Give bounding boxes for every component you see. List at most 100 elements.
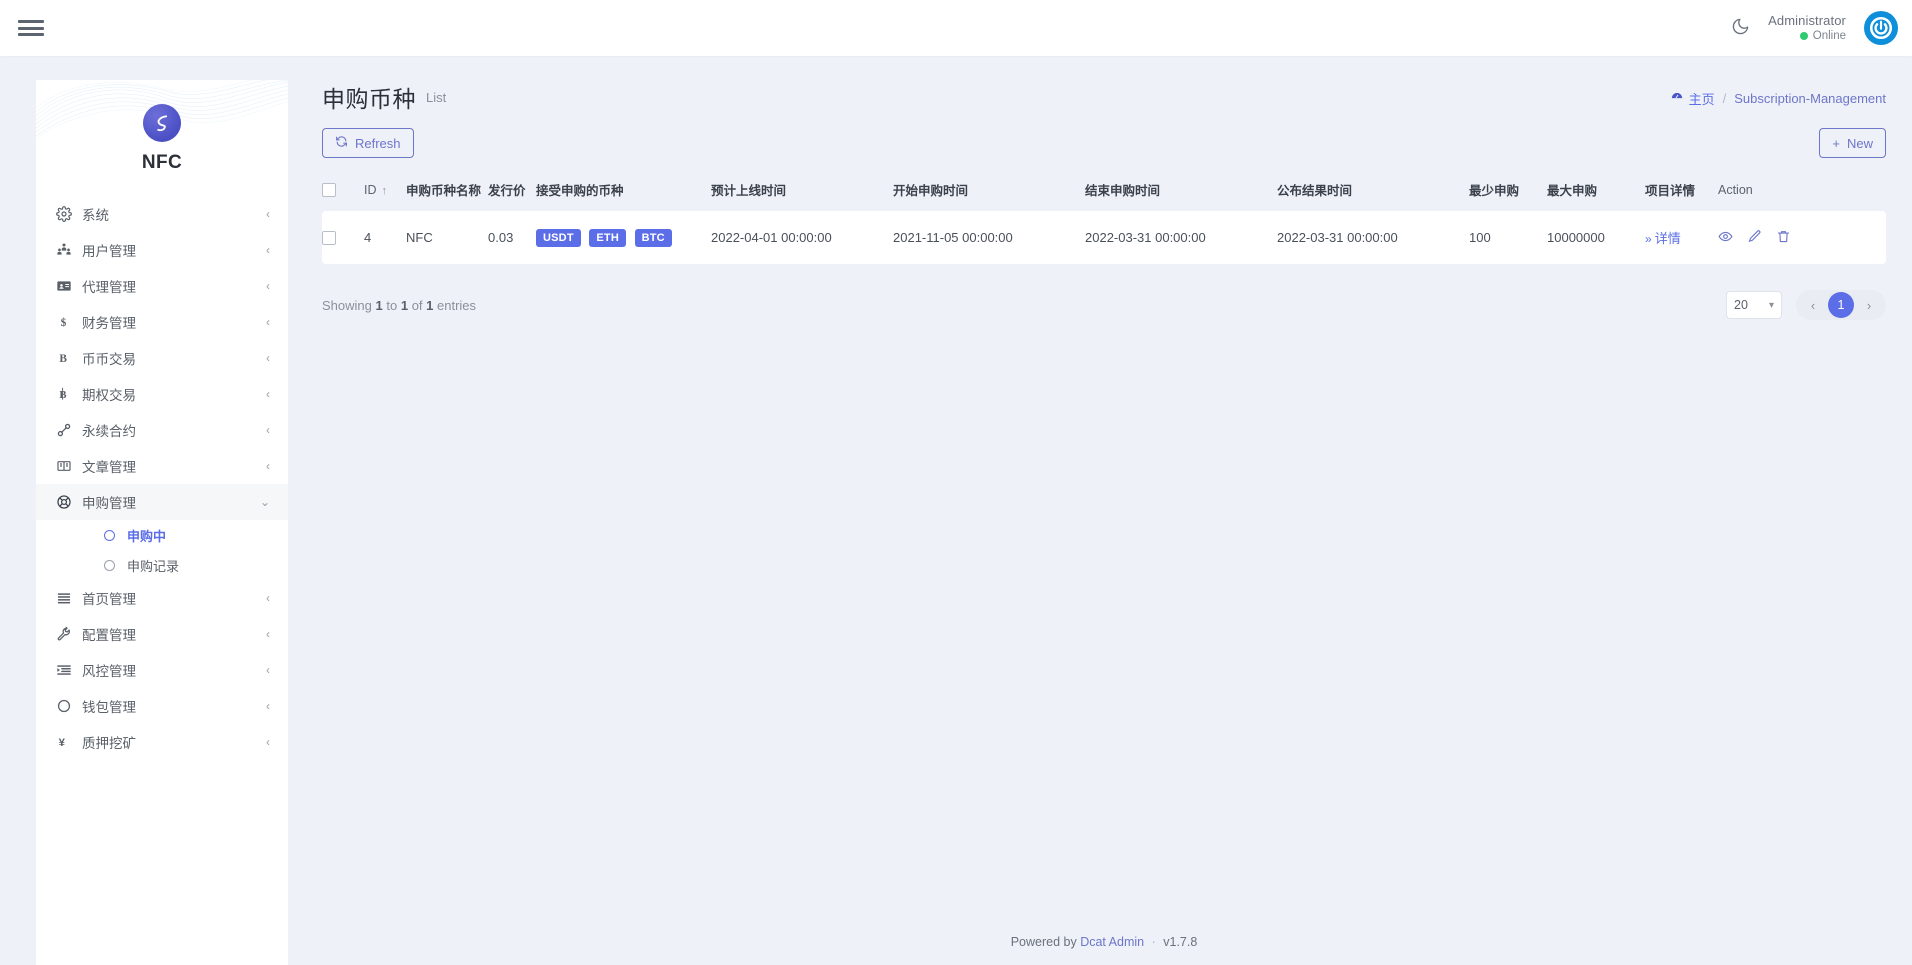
indent-icon [56,662,82,678]
sidebar-subitem-subscribing[interactable]: 申购中 [36,520,288,550]
sidebar-item-article-management[interactable]: 文章管理 ‹ [36,448,288,484]
chevron-left-icon: ‹ [266,664,270,676]
sidebar-item-staking-mining[interactable]: ¥ 质押挖矿 ‹ [36,724,288,760]
sidebar-item-options-trading[interactable]: B 期权交易 ‹ [36,376,288,412]
view-icon[interactable] [1718,229,1733,247]
sidebar-item-label: 钱包管理 [82,696,266,716]
user-info[interactable]: Administrator Online [1768,13,1846,44]
sidebar-item-label: 申购管理 [82,492,260,512]
circle-icon [104,530,115,541]
main-content: 申购币种 List 主页 / Subscription-Management [296,56,1912,965]
avatar[interactable] [1864,11,1898,45]
sidebar-item-label: 币币交易 [82,348,266,368]
row-checkbox[interactable] [322,231,336,245]
showing-to-word: to [386,298,397,313]
sidebar-item-label: 用户管理 [82,240,266,260]
sidebar-item-system[interactable]: 系统 ‹ [36,196,288,232]
sidebar-item-config-management[interactable]: 配置管理 ‹ [36,616,288,652]
dollar-icon: $ [56,314,82,330]
project-detail-label: 详情 [1655,231,1681,246]
dark-mode-toggle-icon[interactable] [1731,17,1750,40]
table-header-row: ID↑ 申购币种名称 发行价 接受申购的币种 预计上线时间 开始申购时间 结束申… [322,170,1886,211]
cell-accepted-coins: USDT ETH BTC [536,211,711,264]
table-row[interactable]: 4 NFC 0.03 USDT ETH BTC 2022-04-01 00:00… [322,211,1886,264]
users-icon [56,242,82,258]
svg-text:B: B [59,353,67,365]
sidebar-subitem-label: 申购记录 [127,556,179,575]
edit-icon[interactable] [1747,229,1762,247]
new-button[interactable]: + New [1819,128,1886,158]
column-header-announce-time[interactable]: 公布结果时间 [1277,170,1469,211]
coin-badge: ETH [589,229,626,247]
logo-swirl-icon [152,113,172,133]
sidebar-item-subscription-management[interactable]: 申购管理 ⌄ [36,484,288,520]
sidebar-item-risk-management[interactable]: 风控管理 ‹ [36,652,288,688]
column-header-id[interactable]: ID↑ [364,170,406,211]
brand-name: NFC [142,152,182,174]
svg-text:$: $ [61,317,67,329]
per-page-select[interactable]: 20 ▾ [1726,291,1782,319]
sidebar-item-finance-management[interactable]: $ 财务管理 ‹ [36,304,288,340]
user-status: Online [1768,29,1846,43]
sidebar-item-label: 文章管理 [82,456,266,476]
sidebar-item-perpetual-contract[interactable]: 永续合约 ‹ [36,412,288,448]
hamburger-menu-icon[interactable] [18,17,44,39]
chevron-down-icon: ⌄ [260,496,270,508]
row-select-cell [322,211,364,264]
select-all-checkbox[interactable] [322,183,336,197]
chevron-left-icon: ‹ [266,280,270,292]
sidebar: NFC 系统 ‹ [36,80,288,965]
cell-start-time: 2021-11-05 00:00:00 [893,211,1085,264]
delete-icon[interactable] [1776,229,1791,247]
sidebar-item-label: 风控管理 [82,660,266,680]
sidebar-item-user-management[interactable]: 用户管理 ‹ [36,232,288,268]
column-header-start-time[interactable]: 开始申购时间 [893,170,1085,211]
cell-end-time: 2022-03-31 00:00:00 [1085,211,1277,264]
column-header-project-detail[interactable]: 项目详情 [1645,170,1718,211]
column-header-accepted-coins[interactable]: 接受申购的币种 [536,170,711,211]
sidebar-subitem-subscription-records[interactable]: 申购记录 [36,550,288,580]
cell-min-buy: 100 [1469,211,1547,264]
sidebar-brand: NFC [36,80,288,190]
letter-b-icon: B [56,350,82,366]
chevron-left-icon: ‹ [266,424,270,436]
showing-from: 1 [376,298,383,313]
refresh-button[interactable]: Refresh [322,128,414,158]
footer-product-link[interactable]: Dcat Admin [1080,935,1144,949]
sidebar-item-agent-management[interactable]: 代理管理 ‹ [36,268,288,304]
breadcrumb-home-label: 主页 [1689,89,1715,108]
page-number-button[interactable]: 1 [1828,292,1854,318]
cell-max-buy: 10000000 [1547,211,1645,264]
topbar-right-group: Administrator Online [1731,11,1912,45]
sidebar-item-label: 期权交易 [82,384,266,404]
cell-issue-price: 0.03 [488,211,536,264]
action-toolbar: Refresh + New [322,128,1886,158]
column-header-end-time[interactable]: 结束申购时间 [1085,170,1277,211]
data-table-card: ID↑ 申购币种名称 发行价 接受申购的币种 预计上线时间 开始申购时间 结束申… [322,170,1886,320]
sidebar-item-wallet-management[interactable]: 钱包管理 ‹ [36,688,288,724]
column-header-min-buy[interactable]: 最少申购 [1469,170,1547,211]
prev-page-button[interactable]: ‹ [1802,298,1824,313]
sidebar-item-label: 配置管理 [82,624,266,644]
breadcrumb-home-link[interactable]: 主页 [1670,89,1715,108]
showing-prefix: Showing [322,298,372,313]
project-detail-link[interactable]: »详情 [1645,231,1681,246]
bitcoin-icon: B [56,386,82,402]
cell-name: NFC [406,211,488,264]
pagination-controls: 20 ▾ ‹ 1 › [1726,290,1886,320]
column-header-max-buy[interactable]: 最大申购 [1547,170,1645,211]
next-page-button[interactable]: › [1858,298,1880,313]
sidebar-item-coin-trading[interactable]: B 币币交易 ‹ [36,340,288,376]
new-button-label: New [1847,136,1873,151]
column-header-issue-price[interactable]: 发行价 [488,170,536,211]
sidebar-item-homepage-management[interactable]: 首页管理 ‹ [36,580,288,616]
showing-entries-text: Showing 1 to 1 of 1 entries [322,298,476,313]
link-icon [56,422,82,438]
column-header-name[interactable]: 申购币种名称 [406,170,488,211]
column-header-expected-online[interactable]: 预计上线时间 [711,170,893,211]
dashboard-icon [1670,90,1684,107]
coin-badge: USDT [536,229,581,247]
coin-badge: BTC [635,229,672,247]
table-footer: Showing 1 to 1 of 1 entries 20 ▾ ‹ 1 › [322,290,1886,320]
page-header: 申购币种 List 主页 / Subscription-Management [322,80,1886,114]
